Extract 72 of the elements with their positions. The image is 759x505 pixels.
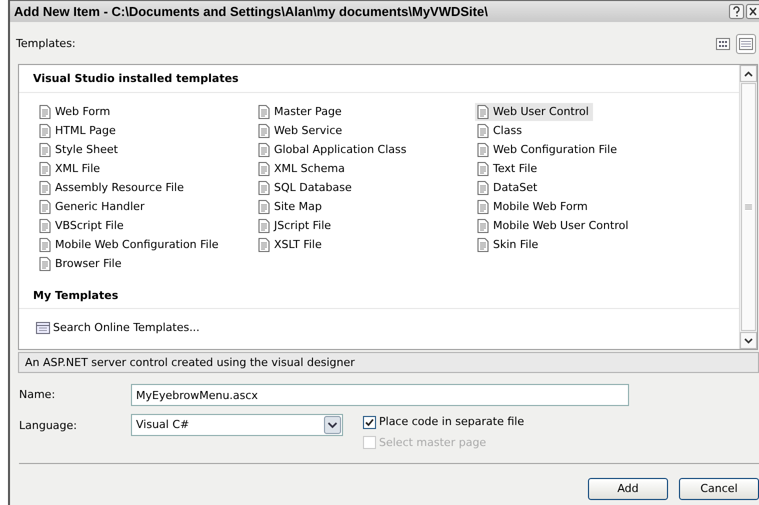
language-label: Language: [19, 418, 78, 434]
template-item[interactable]: Web Configuration File [475, 141, 621, 159]
template-item[interactable]: XML Schema [256, 160, 349, 178]
template-item[interactable]: Mobile Web User Control [475, 217, 632, 235]
template-item[interactable]: VBScript File [37, 217, 128, 235]
template-item[interactable]: Global Application Class [256, 141, 410, 159]
language-dropdown[interactable]: Visual C# [131, 414, 343, 436]
document-icon [37, 218, 53, 234]
document-icon [256, 123, 272, 139]
name-label: Name: [19, 386, 56, 403]
template-item[interactable]: XSLT File [256, 236, 326, 254]
template-item[interactable]: HTML Page [37, 122, 120, 140]
document-icon [37, 104, 53, 120]
template-item[interactable]: Mobile Web Configuration File [37, 236, 223, 254]
section-heading: Visual Studio installed templates [19, 65, 739, 92]
checkbox[interactable]: Place code in separate file [363, 414, 524, 430]
template-item[interactable]: Search Online Templates... [35, 319, 204, 337]
help-icon[interactable] [729, 4, 744, 19]
name-field[interactable]: MyEyebrowMenu.ascx [131, 384, 629, 406]
document-icon [475, 161, 491, 177]
template-item[interactable]: Skin File [475, 236, 542, 254]
template-item[interactable]: Class [475, 122, 526, 140]
template-item[interactable]: DataSet [475, 179, 542, 197]
document-icon [37, 256, 53, 272]
scroll-thumb[interactable] [741, 83, 756, 331]
document-icon [475, 237, 491, 253]
template-item[interactable]: Browser File [37, 255, 126, 273]
document-icon [475, 180, 491, 196]
template-item[interactable]: Generic Handler [37, 198, 148, 216]
template-item[interactable]: Web Form [37, 103, 114, 121]
window-title: Add New Item - C:\Documents and Settings\Alan\my documents\MyVWDSite\ [14, 2, 489, 21]
section-heading: My Templates [19, 284, 739, 309]
document-icon [475, 104, 491, 120]
document-icon [37, 237, 53, 253]
document-icon [256, 237, 272, 253]
document-icon [256, 218, 272, 234]
template-item[interactable]: XML File [37, 160, 104, 178]
scroll-down-button[interactable] [740, 332, 757, 349]
window-icon [35, 320, 51, 336]
template-item[interactable]: Master Page [256, 103, 346, 121]
template-item[interactable]: Mobile Web Form [475, 198, 592, 216]
document-icon [37, 199, 53, 215]
scroll-up-button[interactable] [740, 65, 757, 82]
template-item[interactable]: Assembly Resource File [37, 179, 188, 197]
templates-label: Templates: [16, 36, 77, 52]
document-icon [256, 199, 272, 215]
template-item[interactable]: Text File [475, 160, 542, 178]
template-item[interactable]: Style Sheet [37, 141, 122, 159]
document-icon [37, 161, 53, 177]
checkmark-icon [365, 418, 374, 427]
document-icon [37, 180, 53, 196]
description-bar: An ASP.NET server control created using the visual designer [18, 352, 759, 373]
document-icon [37, 142, 53, 158]
list-view-button[interactable] [736, 34, 756, 54]
document-icon [475, 142, 491, 158]
document-icon [37, 123, 53, 139]
document-icon [475, 199, 491, 215]
document-icon [256, 104, 272, 120]
document-icon [256, 161, 272, 177]
template-item[interactable]: JScript File [256, 217, 336, 235]
template-item[interactable]: Web Service [256, 122, 346, 140]
document-icon [256, 142, 272, 158]
scrollbar[interactable] [739, 65, 757, 349]
template-item[interactable]: Site Map [256, 198, 326, 216]
template-item[interactable]: SQL Database [256, 179, 356, 197]
document-icon [475, 123, 491, 139]
document-icon [256, 180, 272, 196]
cancel-button[interactable]: Cancel [679, 478, 759, 500]
document-icon [475, 218, 491, 234]
close-icon[interactable] [746, 4, 759, 19]
add-button[interactable]: Add [588, 478, 668, 500]
template-item[interactable]: Web User Control [475, 103, 593, 121]
